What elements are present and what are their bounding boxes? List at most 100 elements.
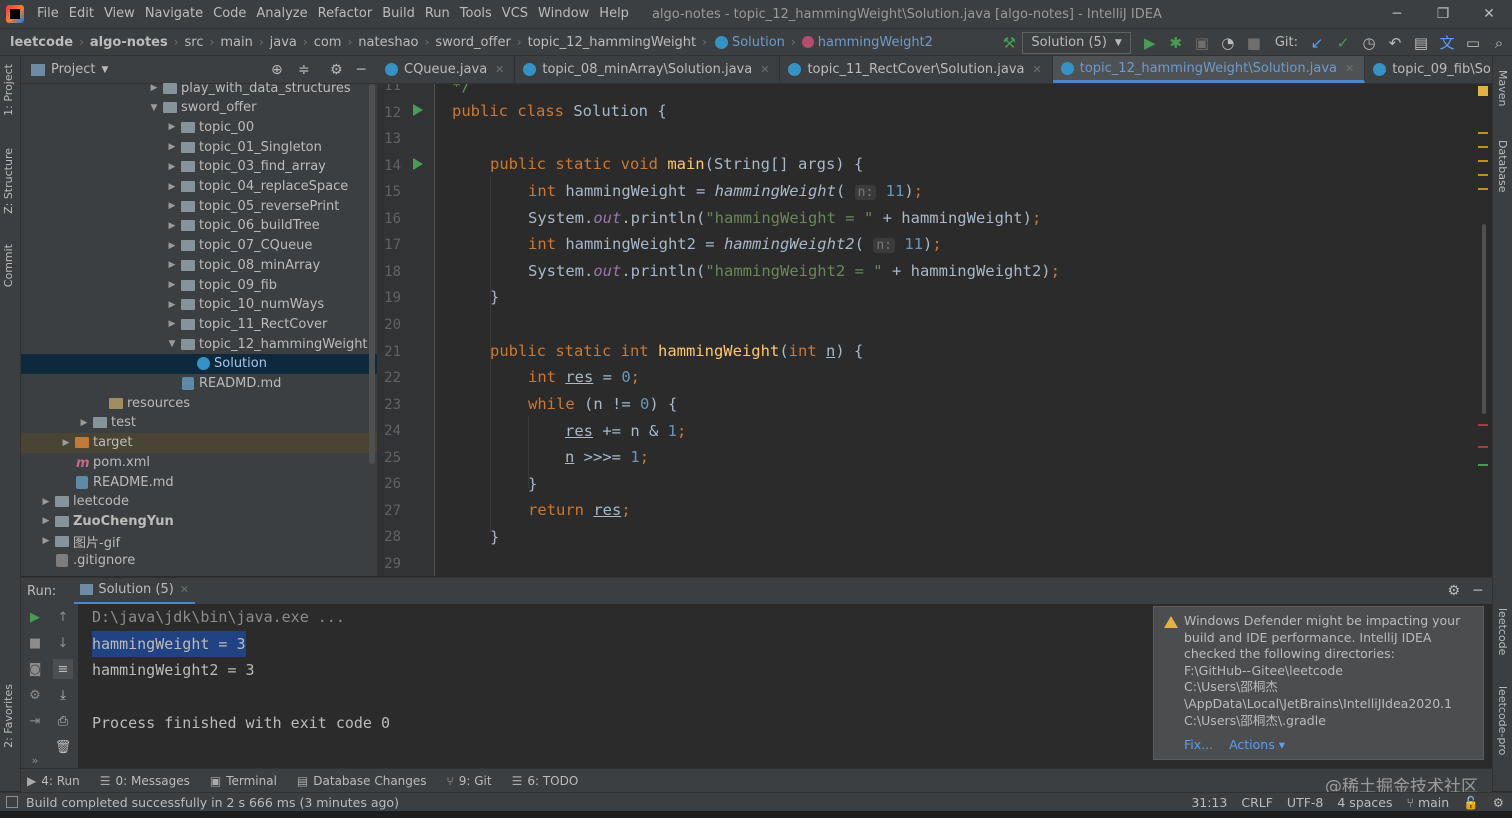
tree-item[interactable]: READMD.md — [21, 374, 377, 394]
git-update-icon[interactable]: ↙ — [1304, 30, 1330, 56]
tool-tab-run[interactable]: ▶ 4: Run — [27, 774, 80, 788]
event-log-icon[interactable]: ⚙ — [1493, 795, 1504, 810]
code-editor[interactable]: */ public class Solution { public static… — [436, 84, 1474, 576]
tab-topic-12[interactable]: topic_12_hammingWeight\Solution.java ✕ — [1052, 56, 1366, 83]
tab-cqueue[interactable]: CQueue.java ✕ — [377, 56, 516, 83]
tree-item[interactable]: ▶ topic_09_fib — [21, 275, 377, 295]
breadcrumb-java[interactable]: java — [264, 35, 303, 50]
status-message[interactable]: Build completed successfully in 2 s 666 … — [26, 795, 399, 810]
tool-tab-terminal[interactable]: ▣ Terminal — [210, 774, 277, 788]
project-tool-tab[interactable]: 1: Project — [2, 64, 15, 116]
hide-panel-icon[interactable]: ─ — [357, 62, 365, 78]
print-icon[interactable]: ⎙ — [53, 711, 73, 731]
tree-item[interactable]: .gitignore — [21, 551, 377, 571]
tree-item[interactable]: resources — [21, 393, 377, 413]
chevron-down-icon[interactable]: ▼ — [101, 65, 108, 75]
collapsed-arrow-icon[interactable]: ▶ — [77, 418, 91, 428]
run-class-icon[interactable] — [413, 104, 423, 116]
collapsed-arrow-icon[interactable]: ▶ — [165, 241, 179, 251]
menu-analyze[interactable]: Analyze — [251, 0, 312, 28]
expanded-arrow-icon[interactable]: ▼ — [147, 103, 161, 113]
collapsed-arrow-icon[interactable]: ▶ — [165, 300, 179, 310]
leetcode-pro-tool-tab[interactable]: leetcode-pro — [1496, 686, 1509, 755]
scroll-to-end-icon[interactable]: ⤓ — [53, 685, 73, 705]
tree-item[interactable]: ▶ 图片-gif — [21, 531, 377, 551]
more-icon[interactable]: » — [25, 750, 45, 770]
breadcrumb-main[interactable]: main — [214, 35, 258, 50]
tree-item[interactable]: ▶ topic_04_replaceSpace — [21, 177, 377, 197]
tree-item[interactable]: m pom.xml — [21, 452, 377, 472]
tree-item[interactable]: ▶ topic_03_find_array — [21, 157, 377, 177]
gear-icon[interactable]: ⚙ — [330, 62, 343, 78]
menu-window[interactable]: Window — [533, 0, 594, 28]
run-tab-solution[interactable]: Solution (5) ✕ — [74, 578, 196, 605]
favorites-tool-tab[interactable]: 2: Favorites — [2, 684, 15, 748]
tree-item[interactable]: ▶ topic_11_RectCover — [21, 314, 377, 334]
close-tab-icon[interactable]: ✕ — [760, 63, 769, 76]
minimize-icon[interactable]: ─ — [1374, 0, 1420, 28]
stop-icon[interactable]: ■ — [1241, 30, 1267, 56]
tree-item[interactable]: ▶ topic_01_Singleton — [21, 137, 377, 157]
down-arrow-icon[interactable]: ↓ — [53, 633, 73, 653]
close-tab-icon[interactable]: ✕ — [1345, 62, 1354, 75]
caret-position[interactable]: 31:13 — [1191, 795, 1227, 810]
close-tab-icon[interactable]: ✕ — [180, 583, 189, 596]
collapsed-arrow-icon[interactable]: ▶ — [165, 122, 179, 132]
history-icon[interactable]: ◷ — [1356, 30, 1382, 56]
tree-item[interactable]: ▶ topic_00 — [21, 117, 377, 137]
close-icon[interactable]: ✕ — [1466, 0, 1512, 28]
close-tab-icon[interactable]: ✕ — [1033, 63, 1042, 76]
tree-item[interactable]: ▶ play_with_data_structures — [21, 78, 377, 98]
tool-tab-git[interactable]: ⑂ 9: Git — [447, 774, 492, 788]
file-encoding[interactable]: UTF-8 — [1287, 795, 1323, 810]
profile-icon[interactable]: ◔ — [1215, 30, 1241, 56]
tree-item[interactable]: ▼ sword_offer — [21, 98, 377, 118]
tree-item[interactable]: ▶ topic_07_CQueue — [21, 236, 377, 256]
git-commit-icon[interactable]: ✓ — [1330, 30, 1356, 56]
collapsed-arrow-icon[interactable]: ▶ — [165, 280, 179, 290]
expanded-arrow-icon[interactable]: ▼ — [165, 339, 179, 349]
actions-dropdown[interactable]: Actions ▾ — [1229, 737, 1285, 752]
inspection-warning-icon[interactable] — [1478, 86, 1488, 96]
tree-item[interactable]: ▶ test — [21, 413, 377, 433]
collapsed-arrow-icon[interactable]: ▶ — [39, 536, 53, 546]
git-branch-widget[interactable]: ⑂ main — [1406, 795, 1449, 810]
structure-tool-tab[interactable]: Z: Structure — [2, 148, 15, 214]
collapsed-arrow-icon[interactable]: ▶ — [165, 201, 179, 211]
collapsed-arrow-icon[interactable]: ▶ — [39, 516, 53, 526]
tree-item[interactable]: README.md — [21, 472, 377, 492]
tree-item[interactable]: ▶ leetcode — [21, 492, 377, 512]
build-hammer-icon[interactable]: ⚒ — [996, 30, 1022, 56]
camera-icon[interactable]: ◙ — [25, 659, 45, 679]
project-structure-icon[interactable]: ▤ — [1408, 30, 1434, 56]
trash-icon[interactable]: 🗑 — [53, 737, 73, 757]
tree-item[interactable]: ▼ topic_12_hammingWeight — [21, 334, 377, 354]
debug-icon[interactable]: ✱ — [1163, 30, 1189, 56]
collapsed-arrow-icon[interactable]: ▶ — [59, 438, 73, 448]
tree-item[interactable]: ▶ topic_05_reversePrint — [21, 196, 377, 216]
collapse-all-icon[interactable]: ≑ — [298, 62, 310, 78]
breadcrumb-topic-12[interactable]: topic_12_hammingWeight — [522, 35, 703, 50]
layout-icon[interactable]: ▭ — [1460, 30, 1486, 56]
menu-vcs[interactable]: VCS — [497, 0, 533, 28]
lock-icon[interactable]: 🔓 — [1463, 795, 1479, 811]
editor-scrollbar[interactable] — [1482, 224, 1486, 414]
locate-icon[interactable]: ⊕ — [271, 62, 283, 78]
menu-run[interactable]: Run — [420, 0, 455, 28]
search-icon[interactable]: ⌕ — [1486, 30, 1512, 56]
collapsed-arrow-icon[interactable]: ▶ — [165, 221, 179, 231]
project-view-dropdown[interactable]: Project — [51, 62, 95, 77]
breadcrumb-sword-offer[interactable]: sword_offer — [429, 35, 516, 50]
rerun-icon[interactable]: ▶ — [25, 607, 45, 627]
gear-icon[interactable]: ⚙ — [1447, 583, 1460, 599]
menu-edit[interactable]: Edit — [64, 0, 99, 28]
tree-item[interactable]: Solution — [21, 353, 377, 374]
tree-item[interactable]: ▶ topic_10_numWays — [21, 295, 377, 315]
breadcrumb-solution[interactable]: Solution — [707, 35, 791, 50]
stop-icon[interactable]: ■ — [25, 633, 45, 653]
collapsed-arrow-icon[interactable]: ▶ — [39, 497, 53, 507]
tool-tab-todo[interactable]: ☰ 6: TODO — [512, 774, 579, 788]
breadcrumb-com[interactable]: com — [308, 35, 348, 50]
menu-build[interactable]: Build — [377, 0, 420, 28]
menu-file[interactable]: File — [32, 0, 64, 28]
